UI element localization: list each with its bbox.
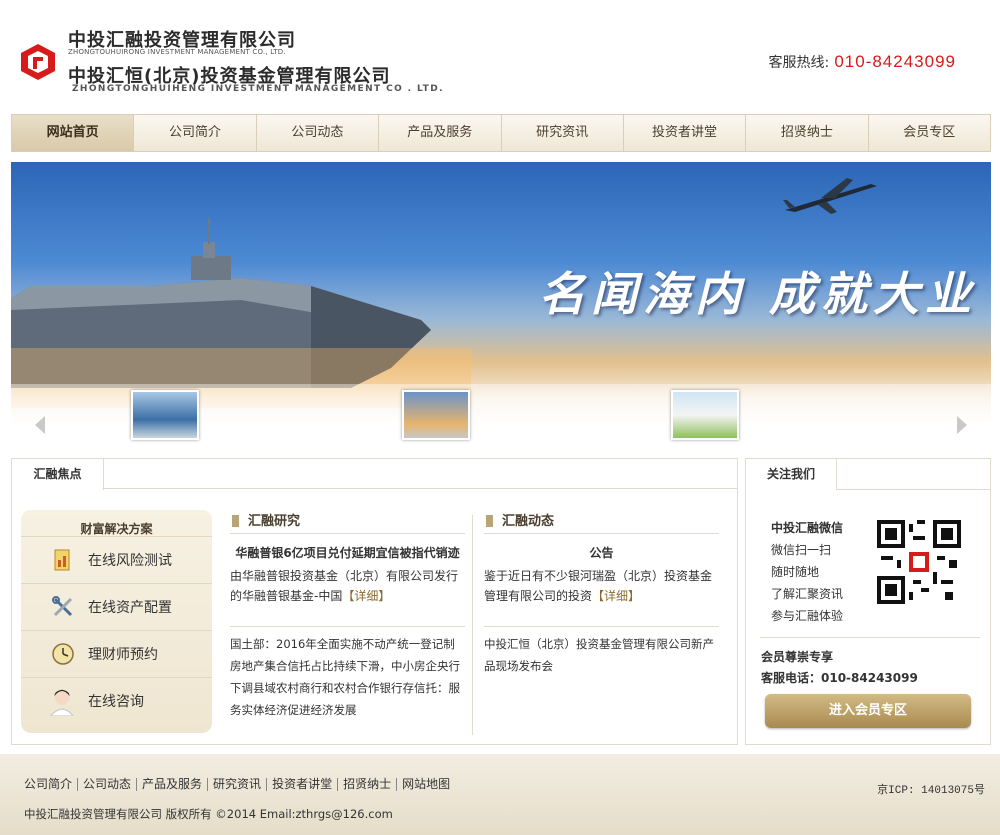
document-chart-icon	[54, 549, 70, 571]
solutions-title: 财富解决方案	[80, 522, 153, 536]
footer-links: 公司简介 公司动态 产品及服务 研究资讯 投资者讲堂 招贤纳士 网站地图	[24, 778, 455, 791]
tools-icon	[52, 596, 73, 617]
focus-panel: 汇融焦点 财富解决方案 在线风险测试 在线资产配置 理财师预约 在线咨询 汇融研…	[11, 458, 738, 745]
enter-members-button[interactable]: 进入会员专区	[765, 694, 971, 728]
news-headline[interactable]: 公告	[484, 544, 719, 561]
footer-link-careers[interactable]: 招贤纳士	[337, 778, 396, 791]
solution-online-consult[interactable]: 在线咨询	[21, 677, 212, 723]
footer-link-news[interactable]: 公司动态	[77, 778, 136, 791]
clock-icon	[52, 643, 74, 665]
research-item-2[interactable]: 国土部：2016年全面实施不动产统一登记制房地产集合信托占比持续下滑，中小房企央…	[230, 633, 465, 721]
company-name-2-en: ZHONGTONGHUIHENG INVESTMENT MANAGEMENT C…	[72, 84, 444, 94]
follow-panel: 关注我们 中投汇融微信 微信扫一扫 随时随地 了解汇聚资讯 参与汇融体验 会员尊…	[745, 458, 991, 745]
member-title: 会员尊崇专享	[761, 650, 834, 664]
solution-label: 在线风险测试	[88, 553, 172, 569]
nav-item-home[interactable]: 网站首页	[12, 115, 135, 151]
divider	[760, 637, 980, 638]
divider	[484, 626, 719, 627]
hero-banner: 名闻海内 成就大业	[11, 162, 991, 448]
research-title-text: 汇融研究	[248, 514, 301, 529]
banner-thumb-family[interactable]	[671, 390, 739, 440]
footer-link-investor-class[interactable]: 投资者讲堂	[266, 778, 337, 791]
company-name-1-en: ZHONGTOUHUIRONG INVESTMENT MANAGEMENT CO…	[68, 48, 286, 56]
focus-tabbar: 汇融焦点	[12, 459, 737, 490]
aircraft-carrier-image	[11, 218, 471, 408]
divider	[230, 626, 465, 627]
news-title-text: 汇融动态	[502, 514, 555, 529]
news-title: 汇融动态	[484, 512, 719, 534]
arrow-right-icon[interactable]	[953, 414, 969, 436]
news-column: 汇融动态 公告 鉴于近日有不少银河瑞盈（北京）投资基金管理有限公司的投资【详细】…	[484, 512, 719, 677]
nav-item-products[interactable]: 产品及服务	[379, 115, 502, 151]
banner-slogan: 名闻海内 成就大业	[539, 267, 978, 321]
solution-label: 在线咨询	[88, 694, 144, 710]
hotline: 客服热线: 010-84243099	[769, 52, 956, 72]
wealth-solutions: 财富解决方案 在线风险测试 在线资产配置 理财师预约 在线咨询	[21, 510, 212, 733]
banner-thumb-building[interactable]	[131, 390, 199, 440]
hotline-number: 010-84243099	[834, 52, 956, 71]
wechat-line: 随时随地	[771, 565, 820, 579]
icp-number: 京ICP: 14013075号	[877, 785, 985, 797]
service-agent-icon	[49, 689, 75, 716]
nav-item-investor-class[interactable]: 投资者讲堂	[624, 115, 747, 151]
company-logo-icon	[21, 44, 55, 80]
news-item-2[interactable]: 中投汇恒（北京）投资基金管理有限公司新产品现场发布会	[484, 633, 719, 677]
banner-thumb-carrier[interactable]	[402, 390, 470, 440]
nav-item-research[interactable]: 研究资讯	[502, 115, 624, 151]
solution-asset-allocation[interactable]: 在线资产配置	[21, 583, 212, 629]
copyright: 中投汇融投资管理有限公司 版权所有 ©2014 Email:zthrgs@126…	[24, 807, 393, 821]
solution-risk-test[interactable]: 在线风险测试	[21, 536, 212, 582]
wechat-line: 了解汇聚资讯	[771, 587, 844, 601]
title-marker-icon	[232, 515, 239, 527]
solution-label: 在线资产配置	[88, 600, 172, 616]
footer-link-about[interactable]: 公司简介	[24, 778, 77, 791]
nav-item-company-news[interactable]: 公司动态	[257, 115, 380, 151]
research-more-link[interactable]: 【详细】	[342, 589, 390, 603]
hotline-label: 客服热线:	[768, 55, 830, 71]
news-more-link[interactable]: 【详细】	[592, 589, 640, 603]
wechat-line: 参与汇融体验	[771, 609, 844, 623]
footer-link-sitemap[interactable]: 网站地图	[396, 778, 455, 791]
research-headline[interactable]: 华融普银6亿项目兑付延期宜信被指代销迹	[230, 544, 465, 561]
title-marker-icon	[486, 515, 493, 527]
tab-follow[interactable]: 关注我们	[746, 459, 837, 490]
solution-advisor-booking[interactable]: 理财师预约	[21, 630, 212, 676]
nav-item-careers[interactable]: 招贤纳士	[746, 115, 869, 151]
column-divider	[472, 515, 473, 735]
site-footer: 公司简介 公司动态 产品及服务 研究资讯 投资者讲堂 招贤纳士 网站地图 京IC…	[0, 754, 1000, 835]
wechat-line: 微信扫一扫	[771, 543, 832, 557]
research-title: 汇融研究	[230, 512, 465, 534]
footer-link-products[interactable]: 产品及服务	[136, 778, 207, 791]
nav-item-members[interactable]: 会员专区	[869, 115, 990, 151]
wechat-qr-code	[877, 520, 961, 604]
main-nav: 网站首页 公司简介 公司动态 产品及服务 研究资讯 投资者讲堂 招贤纳士 会员专…	[11, 114, 991, 152]
member-phone: 客服电话：010-84243099	[761, 671, 918, 685]
nav-item-about[interactable]: 公司简介	[134, 115, 257, 151]
airplane-image	[783, 178, 877, 214]
news-summary: 鉴于近日有不少银河瑞盈（北京）投资基金管理有限公司的投资【详细】	[484, 566, 719, 606]
footer-link-research[interactable]: 研究资讯	[207, 778, 266, 791]
tab-focus[interactable]: 汇融焦点	[12, 459, 104, 490]
wechat-title: 中投汇融微信	[771, 521, 844, 535]
arrow-left-icon[interactable]	[33, 414, 49, 436]
research-column: 汇融研究 华融普银6亿项目兑付延期宜信被指代销迹 由华融普银投资基金（北京）有限…	[230, 512, 465, 721]
site-header: 中投汇融投资管理有限公司 ZHONGTOUHUIRONG INVESTMENT …	[0, 0, 1000, 112]
solution-label: 理财师预约	[88, 647, 158, 663]
research-summary: 由华融普银投资基金（北京）有限公司发行的华融普银基金-中国【详细】	[230, 566, 465, 606]
